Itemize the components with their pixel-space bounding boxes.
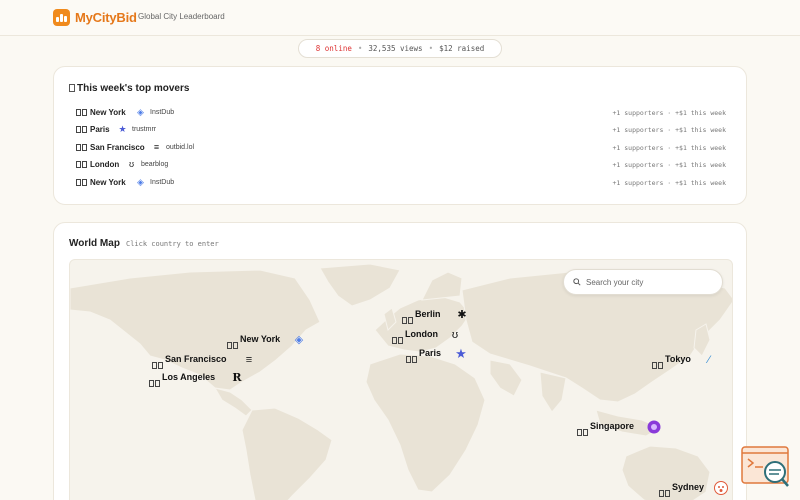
mover-city: New York [90, 108, 126, 117]
flag-icon [76, 109, 88, 118]
mover-row[interactable]: San Francisco ≡ outbid.lol +1 supporters… [76, 141, 726, 155]
flag-icon [652, 356, 664, 374]
pin-label: Tokyo [665, 354, 691, 364]
city-pin-san-francisco[interactable]: San Francisco ≡ [152, 353, 262, 369]
mover-project[interactable]: bearblog [141, 161, 168, 168]
mover-meta: +1 supporters · +$1 this week [612, 144, 727, 152]
pin-label: Paris [419, 348, 442, 358]
city-search-box[interactable]: Search your city [563, 269, 723, 295]
flag-icon [76, 161, 88, 170]
pin-label: San Francisco [165, 354, 227, 364]
mover-meta: +1 supporters · +$1 this week [612, 161, 727, 169]
stats-separator: • [428, 44, 434, 53]
flag-icon [402, 311, 414, 329]
city-pin-london[interactable]: London ʊ [392, 328, 492, 344]
flag-icon [76, 126, 88, 135]
world-map-hint: Click country to enter [126, 240, 219, 248]
header-tagline: Global City Leaderboard [138, 12, 225, 21]
top-movers-title: This week's top movers [77, 83, 190, 94]
mover-project[interactable]: outbid.lol [166, 144, 194, 151]
city-pin-singapore[interactable]: Singapore [577, 420, 687, 436]
top-movers-card: This week's top movers New York ◈ InstDu… [53, 66, 747, 205]
flag-icon [76, 144, 88, 153]
brand-name[interactable]: MyCityBid [75, 10, 137, 25]
pin-label: New York [240, 334, 281, 344]
city-pin-los-angeles[interactable]: Los Angeles R [149, 371, 249, 387]
feedback-widget[interactable] [741, 446, 791, 490]
app-header: MyCityBid Global City Leaderboard [0, 0, 800, 36]
city-pin-paris[interactable]: Paris ★ [406, 346, 496, 363]
city-pin-sydney[interactable]: Sydney [659, 481, 732, 497]
search-icon [573, 278, 581, 286]
mover-project[interactable]: InstDub [150, 179, 174, 186]
feedback-chat-icon [741, 446, 789, 487]
logo-icon[interactable] [53, 9, 70, 26]
mover-meta: +1 supporters · +$1 this week [612, 179, 727, 187]
mover-project[interactable]: trustmrr [132, 126, 156, 133]
top-movers-heading: This week's top movers [69, 83, 189, 94]
mover-row[interactable]: London ʊ bearblog +1 supporters · +$1 th… [76, 158, 726, 172]
flag-icon [149, 374, 161, 392]
bear-face-icon: ʊ [451, 329, 459, 341]
instdub-diamond-icon: ◈ [137, 107, 144, 117]
flag-icon [76, 179, 88, 188]
pin-label: Berlin [415, 309, 441, 319]
city-pin-tokyo[interactable]: Tokyo ⁄ [652, 353, 732, 369]
flag-icon [577, 423, 589, 441]
instdub-diamond-icon: ◈ [137, 177, 144, 187]
trophy-icon [69, 84, 75, 92]
letter-r-icon: R [232, 371, 242, 384]
mover-city: New York [90, 178, 126, 187]
purple-orb-icon [647, 420, 661, 434]
flag-icon [227, 336, 239, 354]
stripes-icon: ≡ [245, 354, 253, 366]
mover-meta: +1 supporters · +$1 this week [612, 126, 727, 134]
city-pin-berlin[interactable]: Berlin ✱ [402, 308, 492, 324]
pin-label: Sydney [672, 482, 705, 492]
city-pin-new-york[interactable]: New York ◈ [227, 333, 322, 349]
flag-icon [406, 350, 418, 368]
pin-label: Los Angeles [162, 372, 216, 382]
pin-label: London [405, 329, 438, 339]
stats-pill: 8 online • 32,535 views • $12 raised [298, 39, 502, 58]
mover-row[interactable]: New York ◈ InstDub +1 supporters · +$1 t… [76, 106, 726, 120]
views-count: 32,535 views [368, 44, 423, 53]
flag-icon [659, 484, 671, 500]
emoji-face-icon [714, 481, 728, 495]
mover-row[interactable]: New York ◈ InstDub +1 supporters · +$1 t… [76, 176, 726, 190]
slash-logo-icon: ⁄ [708, 354, 710, 366]
star-icon: ★ [455, 346, 467, 361]
pin-label: Singapore [590, 421, 635, 431]
sparkle-icon: ✱ [457, 309, 467, 321]
stripes-icon: ≡ [153, 142, 160, 152]
world-map-card: World Map Click country to enter Search … [53, 222, 747, 500]
mover-city: Paris [90, 125, 110, 134]
search-placeholder[interactable]: Search your city [586, 278, 643, 287]
mover-meta: +1 supporters · +$1 this week [612, 109, 727, 117]
stats-separator: • [357, 44, 363, 53]
mover-city: London [90, 160, 120, 169]
world-map-title: World Map [69, 238, 120, 249]
bear-face-icon: ʊ [128, 159, 135, 169]
online-count: 8 online [315, 44, 352, 53]
flag-icon [392, 331, 404, 349]
instdub-diamond-icon: ◈ [294, 334, 304, 346]
mover-row[interactable]: Paris ★ trustmrr +1 supporters · +$1 thi… [76, 123, 726, 137]
mover-city: San Francisco [90, 143, 145, 152]
star-icon: ★ [118, 124, 127, 134]
world-map[interactable]: Search your city New York ◈ San Francisc… [69, 259, 733, 500]
mover-project[interactable]: InstDub [150, 109, 174, 116]
raised-amount: $12 raised [439, 44, 485, 53]
